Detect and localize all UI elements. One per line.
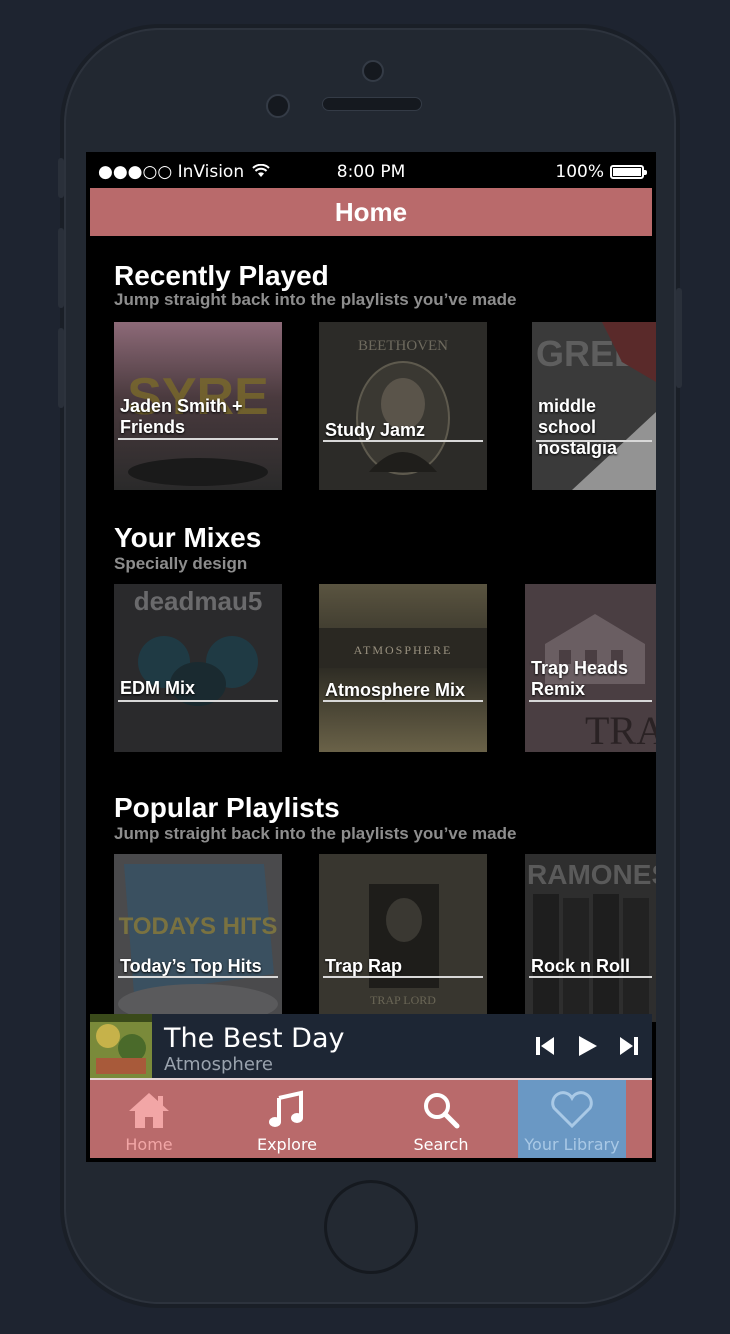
- label-underline: [323, 700, 483, 702]
- now-playing-bar[interactable]: The Best Day Atmosphere: [90, 1014, 652, 1078]
- playlist-tile-rock-n-roll[interactable]: RAMONES Rock n Roll: [525, 854, 656, 1022]
- mix-label: Trap Heads Remix: [531, 658, 629, 699]
- mix-label: Atmosphere Mix: [325, 680, 466, 700]
- label-underline: [529, 700, 652, 702]
- now-playing-title: The Best Day: [164, 1023, 345, 1054]
- label-underline: [323, 976, 483, 978]
- earpiece-speaker: [322, 97, 422, 111]
- tab-label-search: Search: [413, 1135, 469, 1154]
- mix-tile-trap-heads[interactable]: TRAP Trap Heads Remix: [525, 584, 656, 752]
- svg-text:deadmau5: deadmau5: [134, 586, 263, 616]
- section-subtitle-recently-played: Jump straight back into the playlists yo…: [114, 290, 517, 309]
- playlist-label: Rock n Roll: [531, 956, 631, 976]
- playlist-tile-middle-school[interactable]: GREEN DAY middle school nostalgia: [532, 322, 656, 490]
- label-underline: [529, 976, 652, 978]
- volume-up-button: [58, 228, 64, 308]
- tab-bar: Home Explore Search Your Library: [90, 1078, 652, 1158]
- section-title-recently-played: Recently Played: [114, 260, 329, 291]
- album-art-todays-hits: TODAYS HITS: [114, 854, 282, 1022]
- playlist-tile-study-jamz[interactable]: BEETHOVEN Study Jamz: [319, 322, 487, 490]
- tab-home[interactable]: Home: [90, 1080, 208, 1158]
- playlist-label: Today’s Top Hits: [120, 956, 262, 976]
- svg-text:TRAP LORD: TRAP LORD: [370, 993, 436, 1007]
- label-underline: [323, 440, 483, 442]
- tab-explore[interactable]: Explore: [228, 1080, 346, 1158]
- now-playing-artist: Atmosphere: [164, 1054, 273, 1075]
- label-underline: [118, 438, 278, 440]
- svg-text:TRAP: TRAP: [585, 708, 656, 752]
- label-underline: [118, 976, 278, 978]
- album-art-ramones: RAMONES: [525, 854, 656, 1022]
- tab-label-explore: Explore: [256, 1135, 318, 1154]
- album-art-trap-lord: TRAP LORD: [319, 854, 487, 1022]
- status-bar: ●●●○○ InVision 8:00 PM 100%: [86, 152, 656, 190]
- playlist-label: Trap Rap: [325, 956, 403, 976]
- power-button: [676, 288, 682, 388]
- svg-text:RAMONES: RAMONES: [527, 859, 656, 890]
- svg-text:ATMOSPHERE: ATMOSPHERE: [354, 643, 453, 657]
- mix-tile-atmosphere[interactable]: ATMOSPHERE Atmosphere Mix: [319, 584, 487, 752]
- battery-percent: 100%: [555, 162, 604, 182]
- tab-search[interactable]: Search: [382, 1080, 500, 1158]
- proximity-sensor: [266, 94, 290, 118]
- album-art-beethoven: BEETHOVEN: [319, 322, 487, 490]
- playlist-label: middle school nostalgia: [538, 396, 618, 458]
- heart-icon: [551, 1091, 593, 1129]
- playlist-tile-trap-rap[interactable]: TRAP LORD Trap Rap: [319, 854, 487, 1022]
- app-screen: ●●●○○ InVision 8:00 PM 100% Home Recentl…: [86, 152, 656, 1162]
- label-underline: [118, 700, 278, 702]
- search-icon: [424, 1093, 460, 1129]
- tab-label-your-library: Your Library: [524, 1135, 620, 1154]
- mix-tile-edm[interactable]: deadmau5 EDM Mix: [114, 584, 282, 752]
- playlist-label: Jaden Smith + Friends: [120, 396, 243, 437]
- next-icon[interactable]: [618, 1034, 640, 1058]
- battery-status: 100%: [555, 162, 647, 182]
- now-playing-album-art: [90, 1014, 152, 1078]
- section-title-your-mixes: Your Mixes: [114, 522, 262, 553]
- playlist-tile-todays-top-hits[interactable]: TODAYS HITS Today’s Top Hits: [114, 854, 282, 1022]
- section-subtitle-popular-playlists: Jump straight back into the playlists yo…: [114, 824, 517, 843]
- section-title-popular-playlists: Popular Playlists: [114, 792, 340, 823]
- playlist-label: Study Jamz: [325, 420, 426, 440]
- playlist-tile-jaden-smith[interactable]: SYRE Jaden Smith + Friends: [114, 322, 282, 490]
- album-art-deadmau5: deadmau5: [114, 584, 282, 752]
- home-button[interactable]: [324, 1180, 418, 1274]
- svg-text:TODAYS HITS: TODAYS HITS: [119, 913, 278, 940]
- front-camera: [362, 60, 384, 82]
- play-icon[interactable]: [576, 1034, 598, 1058]
- album-art-atmosphere: ATMOSPHERE: [319, 584, 487, 752]
- playback-controls: [534, 1034, 640, 1058]
- mix-label: EDM Mix: [120, 678, 196, 698]
- svg-text:BEETHOVEN: BEETHOVEN: [358, 338, 448, 354]
- volume-down-button: [58, 328, 64, 408]
- tab-your-library[interactable]: Your Library: [518, 1080, 626, 1158]
- page-title: Home: [90, 188, 652, 236]
- tab-label-home: Home: [125, 1135, 173, 1154]
- section-subtitle-your-mixes: Specially design: [114, 554, 248, 573]
- label-underline: [536, 440, 652, 442]
- home-icon: [129, 1093, 169, 1128]
- previous-icon[interactable]: [534, 1034, 556, 1058]
- mute-switch: [58, 158, 64, 198]
- battery-icon: [610, 165, 647, 179]
- music-note-icon: [269, 1090, 303, 1127]
